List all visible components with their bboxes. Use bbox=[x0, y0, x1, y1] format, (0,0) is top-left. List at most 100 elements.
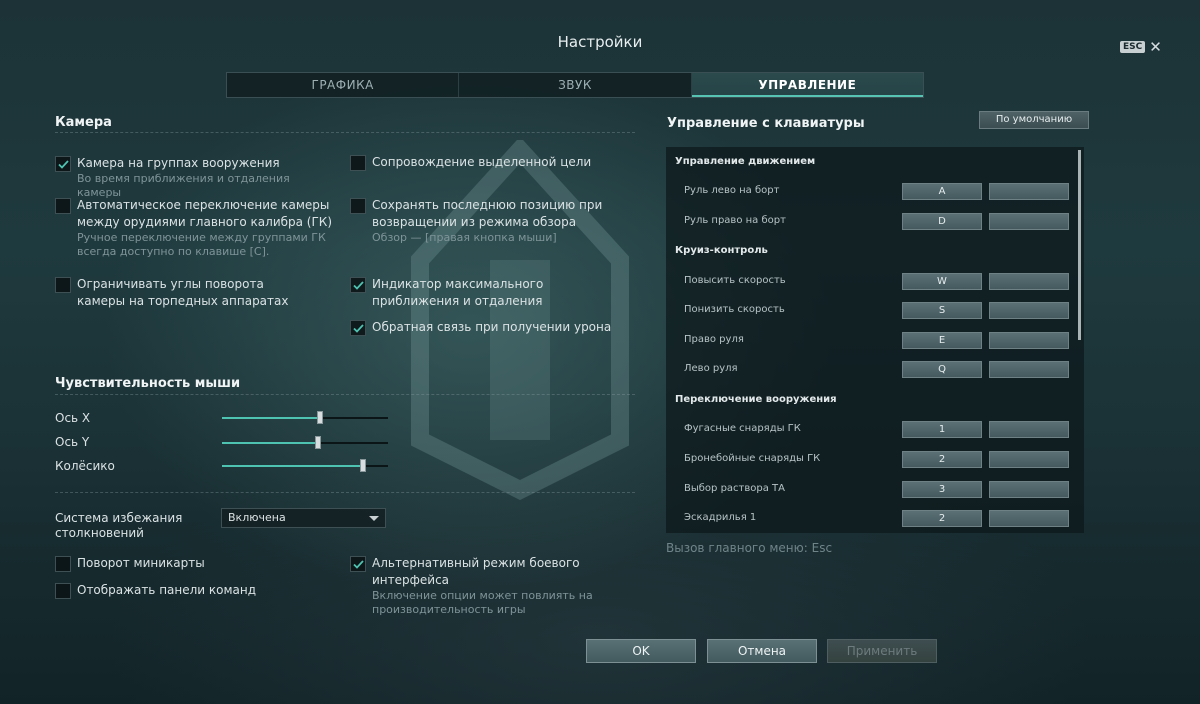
keybind-label: Бронебойные снаряды ГК bbox=[684, 453, 821, 464]
slider-wheel[interactable] bbox=[222, 459, 388, 473]
check-icon bbox=[352, 280, 364, 290]
keybind-label: Лево руля bbox=[684, 363, 738, 374]
close-icon: ✕ bbox=[1149, 38, 1162, 56]
keybind-primary-button[interactable]: S bbox=[902, 302, 982, 319]
checkbox-box bbox=[350, 277, 366, 293]
ok-button[interactable]: OK bbox=[586, 639, 696, 663]
keybind-secondary-button[interactable] bbox=[989, 302, 1069, 319]
checkbox-zoom-indicator[interactable]: Индикатор максимального приближения и от… bbox=[350, 276, 620, 310]
keybind-primary-button[interactable]: A bbox=[902, 183, 982, 200]
checkbox-box bbox=[55, 156, 71, 172]
slider-thumb[interactable] bbox=[316, 411, 323, 424]
slider-thumb[interactable] bbox=[360, 459, 367, 472]
checkbox-show-command-panels[interactable]: Отображать панели команд bbox=[55, 582, 315, 599]
keybind-primary-button[interactable]: W bbox=[902, 273, 982, 290]
close-button[interactable]: ESC ✕ bbox=[1120, 38, 1162, 56]
window-title: Настройки bbox=[557, 33, 643, 51]
keybind-label: Право руля bbox=[684, 334, 744, 345]
keybind-label: Руль право на борт bbox=[684, 215, 786, 226]
keybind-primary-button[interactable]: 2 bbox=[902, 510, 982, 527]
keybind-primary-button[interactable]: E bbox=[902, 332, 982, 349]
camera-section-title: Камера bbox=[55, 115, 112, 130]
checkbox-save-camera-position[interactable]: Сохранять последнюю позицию при возвраще… bbox=[350, 197, 610, 245]
keybind-group-title: Переключение вооружения bbox=[675, 394, 837, 405]
keybind-secondary-button[interactable] bbox=[989, 361, 1069, 378]
keybind-secondary-button[interactable] bbox=[989, 451, 1069, 468]
keybind-secondary-button[interactable] bbox=[989, 213, 1069, 230]
checkbox-label: Камера на группах вооружения bbox=[77, 156, 280, 170]
collision-system-label: Система избежания столкновений bbox=[55, 511, 183, 540]
slider-label-x: Ось X bbox=[55, 411, 91, 425]
tab-sound[interactable]: ЗВУК bbox=[459, 73, 692, 97]
keybind-secondary-button[interactable] bbox=[989, 421, 1069, 438]
reset-defaults-button[interactable]: По умолчанию bbox=[979, 111, 1089, 129]
keybind-primary-button[interactable]: 3 bbox=[902, 481, 982, 498]
keybind-label: Эскадрилья 1 bbox=[684, 512, 757, 523]
checkbox-box bbox=[350, 198, 366, 214]
mouse-section-title: Чувствительность мыши bbox=[55, 376, 241, 391]
keybind-row: Право руля E bbox=[666, 327, 1076, 355]
checkbox-limit-torpedo-angles[interactable]: Ограничивать углы поворота камеры на тор… bbox=[55, 276, 315, 310]
slider-axis-x[interactable] bbox=[222, 411, 388, 425]
keybind-secondary-button[interactable] bbox=[989, 183, 1069, 200]
checkbox-description: Обзор — [правая кнопка мыши] bbox=[372, 231, 557, 244]
checkbox-alt-battle-interface[interactable]: Альтернативный режим боевого интерфейса … bbox=[350, 555, 635, 617]
collision-system-select[interactable]: Включена bbox=[221, 508, 386, 528]
keybind-label: Фугасные снаряды ГК bbox=[684, 423, 801, 434]
tab-graphics[interactable]: ГРАФИКА bbox=[227, 73, 460, 97]
checkbox-box bbox=[55, 277, 71, 293]
slider-axis-y[interactable] bbox=[222, 436, 388, 450]
checkbox-box bbox=[55, 583, 71, 599]
divider bbox=[55, 132, 635, 133]
keybind-group-title: Управление движением bbox=[675, 156, 816, 167]
checkbox-label: Обратная связь при получении урона bbox=[372, 320, 612, 334]
keybind-primary-button[interactable]: 2 bbox=[902, 451, 982, 468]
checkbox-description: Во время приближения и отдаления камеры bbox=[77, 172, 290, 199]
checkbox-label: Ограничивать углы поворота камеры на тор… bbox=[77, 277, 289, 308]
checkbox-camera-on-weapon-groups[interactable]: Камера на группах вооружения Во время пр… bbox=[55, 155, 335, 200]
checkbox-damage-feedback[interactable]: Обратная связь при получении урона bbox=[350, 319, 620, 336]
settings-tabs: ГРАФИКА ЗВУК УПРАВЛЕНИЕ bbox=[226, 72, 924, 98]
keybind-secondary-button[interactable] bbox=[989, 510, 1069, 527]
checkbox-label: Поворот миникарты bbox=[77, 556, 205, 570]
checkbox-box bbox=[350, 320, 366, 336]
keybind-primary-button[interactable]: D bbox=[902, 213, 982, 230]
keybind-row: Руль лево на борт A bbox=[666, 178, 1076, 206]
checkbox-follow-target[interactable]: Сопровождение выделенной цели bbox=[350, 154, 620, 171]
keybind-row: Руль право на борт D bbox=[666, 208, 1076, 236]
slider-label-wheel: Колёсико bbox=[55, 459, 115, 473]
checkbox-box bbox=[350, 556, 366, 572]
checkbox-label: Сопровождение выделенной цели bbox=[372, 155, 592, 169]
keybind-primary-button[interactable]: 1 bbox=[902, 421, 982, 438]
checkbox-box bbox=[55, 556, 71, 572]
slider-thumb[interactable] bbox=[315, 436, 322, 449]
main-menu-hint: Вызов главного меню: Esc bbox=[666, 541, 833, 555]
tab-controls[interactable]: УПРАВЛЕНИЕ bbox=[691, 73, 923, 97]
keybind-label: Руль лево на борт bbox=[684, 185, 780, 196]
divider bbox=[55, 492, 635, 493]
check-icon bbox=[352, 323, 364, 333]
slider-fill bbox=[222, 417, 320, 419]
keybind-label: Выбор раствора ТА bbox=[684, 483, 785, 494]
checkbox-description: Включение опции может повлиять на произв… bbox=[372, 589, 593, 616]
keybind-row: Выбор раствора ТА 3 bbox=[666, 476, 1076, 504]
keybind-primary-button[interactable]: Q bbox=[902, 361, 982, 378]
checkbox-label: Альтернативный режим боевого интерфейса bbox=[372, 556, 580, 587]
keybind-secondary-button[interactable] bbox=[989, 332, 1069, 349]
keybind-secondary-button[interactable] bbox=[989, 481, 1069, 498]
checkbox-auto-camera-switch[interactable]: Автоматическое переключение камеры между… bbox=[55, 197, 340, 259]
keybind-row: Понизить скорость S bbox=[666, 297, 1076, 325]
slider-fill bbox=[222, 442, 319, 444]
scrollbar[interactable] bbox=[1078, 150, 1081, 340]
keybind-label: Повысить скорость bbox=[684, 275, 786, 286]
slider-label-y: Ось Y bbox=[55, 435, 90, 449]
apply-button[interactable]: Применить bbox=[827, 639, 937, 663]
slider-fill bbox=[222, 465, 364, 467]
checkbox-rotate-minimap[interactable]: Поворот миникарты bbox=[55, 555, 315, 572]
cancel-button[interactable]: Отмена bbox=[707, 639, 817, 663]
keybind-secondary-button[interactable] bbox=[989, 273, 1069, 290]
checkbox-label: Автоматическое переключение камеры между… bbox=[77, 198, 333, 229]
keybind-label: Понизить скорость bbox=[684, 304, 785, 315]
keybind-row: Лево руля Q bbox=[666, 356, 1076, 384]
divider bbox=[55, 394, 635, 395]
